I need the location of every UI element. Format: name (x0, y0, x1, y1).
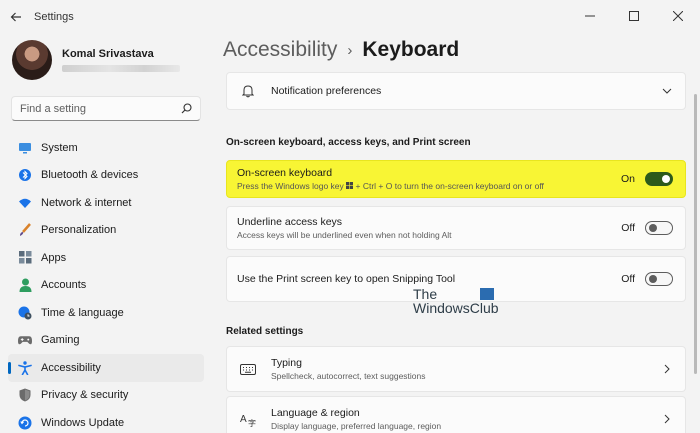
typing-description: Spellcheck, autocorrect, text suggestion… (271, 371, 426, 381)
sidebar-item-personalization[interactable]: Personalization (8, 217, 204, 245)
svg-text:A: A (240, 414, 247, 425)
sidebar-item-label: Apps (41, 251, 67, 264)
typing-row[interactable]: Typing Spellcheck, autocorrect, text sug… (226, 346, 686, 392)
page-title: Keyboard (362, 38, 460, 61)
section-title-keyboard: On-screen keyboard, access keys, and Pri… (226, 137, 471, 148)
sidebar-item-label: Privacy & security (41, 389, 129, 402)
window-controls (568, 0, 700, 32)
sidebar-item-label: Network & internet (41, 196, 132, 209)
watermark-line2: WindowsClub (413, 300, 499, 316)
sidebar-item-accounts[interactable]: Accounts (8, 272, 204, 300)
osk-title: On-screen keyboard (237, 166, 333, 179)
scrollbar-thumb[interactable] (694, 94, 697, 374)
sidebar: Komal Srivastava System Bluetooth & devi… (0, 34, 210, 433)
notification-preferences-card[interactable]: Notification preferences (226, 72, 686, 110)
underline-state-label: Off (621, 222, 635, 234)
search-icon[interactable] (180, 103, 192, 115)
brush-icon (18, 223, 32, 237)
nav-list: System Bluetooth & devices Network & int… (8, 134, 204, 433)
language-icon: A字 (239, 412, 257, 427)
chevron-down-icon[interactable] (661, 88, 673, 94)
monitor-icon (18, 141, 32, 155)
sidebar-item-gaming[interactable]: Gaming (8, 327, 204, 355)
sidebar-item-bluetooth[interactable]: Bluetooth & devices (8, 162, 204, 190)
title-bar: Settings (0, 0, 700, 34)
sidebar-item-label: Gaming (41, 334, 80, 347)
watermark-logo-icon (480, 288, 494, 300)
on-screen-keyboard-row[interactable]: On-screen keyboard Press the Windows log… (226, 160, 686, 198)
sidebar-item-label: Accessibility (41, 361, 101, 374)
osk-toggle[interactable] (645, 172, 673, 186)
section-title-related: Related settings (226, 326, 304, 337)
gamepad-icon (18, 333, 32, 347)
keyboard-icon (239, 363, 257, 375)
sidebar-item-accessibility[interactable]: Accessibility (8, 354, 204, 382)
minimize-icon[interactable] (568, 0, 612, 32)
printscreen-toggle[interactable] (645, 272, 673, 286)
printscreen-state-label: Off (621, 273, 635, 285)
osk-description: Press the Windows logo key + Ctrl + O to… (237, 180, 544, 191)
breadcrumb-parent[interactable]: Accessibility (223, 38, 337, 62)
user-profile[interactable]: Komal Srivastava (12, 40, 202, 80)
breadcrumb-separator-icon: › (347, 41, 353, 59)
profile-name: Komal Srivastava (62, 48, 154, 60)
language-description: Display language, preferred language, re… (271, 421, 442, 431)
person-icon (18, 278, 32, 293)
sidebar-item-network[interactable]: Network & internet (8, 189, 204, 217)
osk-state-label: On (620, 173, 635, 185)
back-arrow-icon[interactable] (0, 0, 32, 34)
language-title: Language & region (271, 407, 360, 419)
bell-icon (239, 84, 257, 98)
sidebar-item-time-language[interactable]: Time & language (8, 299, 204, 327)
profile-email-redacted (62, 65, 180, 72)
windows-logo-icon (346, 181, 354, 191)
search-box[interactable] (11, 96, 201, 121)
maximize-icon[interactable] (612, 0, 656, 32)
sidebar-item-label: Windows Update (41, 416, 125, 429)
bluetooth-icon (18, 168, 32, 182)
close-icon[interactable] (656, 0, 700, 32)
language-region-row[interactable]: A字 Language & region Display language, p… (226, 396, 686, 433)
typing-title: Typing (271, 357, 302, 369)
sidebar-item-label: Time & language (41, 306, 124, 319)
apps-icon (18, 251, 32, 265)
sidebar-item-label: Bluetooth & devices (41, 169, 139, 182)
underline-title: Underline access keys (237, 216, 343, 228)
underline-description: Access keys will be underlined even when… (237, 230, 452, 240)
chevron-right-icon[interactable] (661, 414, 673, 424)
sidebar-item-privacy[interactable]: Privacy & security (8, 382, 204, 410)
chevron-right-icon[interactable] (661, 364, 673, 374)
svg-text:字: 字 (248, 418, 256, 427)
sidebar-item-label: Accounts (41, 279, 87, 292)
underline-access-keys-row[interactable]: Underline access keys Access keys will b… (226, 206, 686, 250)
sidebar-item-label: System (41, 141, 78, 154)
notification-title: Notification preferences (271, 85, 382, 97)
sidebar-item-label: Personalization (41, 224, 117, 237)
search-input[interactable] (20, 102, 180, 115)
sidebar-item-apps[interactable]: Apps (8, 244, 204, 272)
avatar (12, 40, 52, 80)
breadcrumb: Accessibility › Keyboard (223, 38, 459, 62)
refresh-icon (18, 416, 32, 430)
underline-toggle[interactable] (645, 221, 673, 235)
wifi-icon (18, 196, 32, 210)
sidebar-item-windows-update[interactable]: Windows Update (8, 409, 204, 433)
accessibility-icon (18, 361, 32, 375)
sidebar-item-system[interactable]: System (8, 134, 204, 162)
scrollbar[interactable] (694, 34, 697, 433)
globe-clock-icon (18, 306, 32, 320)
app-title: Settings (34, 11, 74, 23)
printscreen-title: Use the Print screen key to open Snippin… (237, 273, 456, 285)
shield-icon (18, 388, 32, 402)
